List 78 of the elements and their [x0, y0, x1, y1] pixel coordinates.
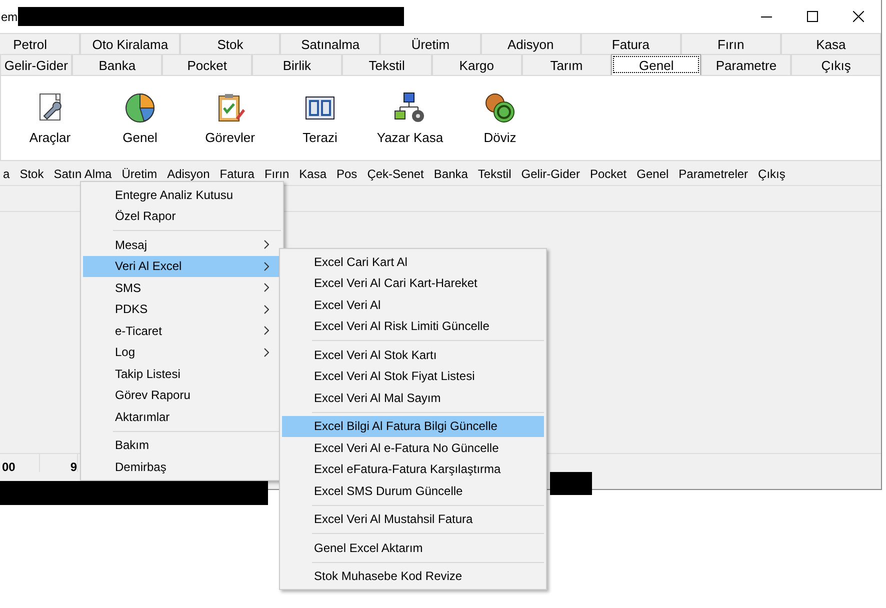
tab[interactable]: Stok [180, 33, 280, 54]
menu-item[interactable]: Excel Veri Al Risk Limiti Güncelle [282, 316, 544, 337]
menu-item[interactable]: Özel Rapor [83, 206, 281, 227]
redaction-bar [550, 472, 592, 495]
menu-bar-item[interactable]: Çıkış [753, 165, 790, 183]
menu-item[interactable]: Veri Al Excel [83, 256, 281, 277]
menu-item[interactable]: PDKS [83, 298, 281, 320]
menu-item[interactable]: Excel Veri Al e-Fatura No Güncelle [282, 437, 544, 458]
menu-bar-item[interactable]: Genel [632, 165, 674, 183]
tab[interactable]: Tarım [522, 54, 612, 75]
tab[interactable]: Petrol [0, 33, 80, 54]
menu-item[interactable]: Entegre Analiz Kutusu [83, 184, 281, 206]
menu-bar-item[interactable]: Parametreler [674, 165, 754, 183]
menu-bar-item[interactable]: Kasa [294, 165, 332, 183]
menu-bar-item[interactable]: Pos [332, 165, 362, 183]
tab[interactable]: Fırın [680, 33, 781, 54]
menu-item[interactable]: Mesaj [83, 234, 281, 256]
menu-bar-item[interactable]: Pocket [584, 165, 632, 183]
toolbar-button[interactable]: Döviz [455, 76, 545, 160]
menu-bar-item[interactable]: Çek-Senet [362, 165, 429, 183]
menu-item[interactable]: Aktarımlar [83, 406, 281, 428]
network-gear-icon [394, 92, 426, 124]
tab[interactable]: Çıkış [791, 54, 882, 75]
tab[interactable]: Tekstil [342, 54, 432, 75]
menu-bar-item[interactable]: Stok [14, 165, 49, 183]
tab[interactable]: Fatura [580, 33, 681, 54]
menu-bar-item[interactable]: Üretim [116, 165, 162, 183]
menu-item[interactable]: Genel Excel Aktarım [282, 537, 544, 558]
menu-item[interactable]: Excel Bilgi Al Fatura Bilgi Güncelle [282, 416, 544, 437]
menu-bar-item[interactable]: Adisyon [162, 165, 215, 183]
menu-item[interactable]: Excel Veri Al [282, 294, 544, 316]
menu-item[interactable]: Bakım [83, 434, 281, 456]
menu-bar-item[interactable]: Fatura [214, 165, 260, 183]
tab[interactable]: Banka [72, 54, 162, 75]
menu-item[interactable]: Takip Listesi [83, 363, 281, 384]
menu-bar-item[interactable]: a [0, 165, 15, 183]
menu-item[interactable]: Excel SMS Durum Güncelle [282, 480, 544, 502]
menu-item[interactable]: Stok Muhasebe Kod Revize [282, 566, 544, 587]
toolbar-button[interactable]: Araçlar [5, 76, 95, 160]
menu-bar-item[interactable]: Satın Alma [48, 165, 117, 183]
coins-icon [484, 92, 516, 124]
tab[interactable]: Satınalma [280, 33, 380, 54]
menu-item[interactable]: Log [83, 342, 281, 363]
menu-item[interactable]: Excel Veri Al Mustahsil Fatura [282, 508, 544, 530]
window-title: em [1, 8, 18, 26]
tab[interactable]: Birlik [252, 54, 342, 75]
toolbar-button[interactable]: Terazi [275, 76, 365, 160]
tab[interactable]: Adisyon [480, 33, 581, 54]
menu-item[interactable]: Excel Veri Al Stok Kartı [282, 344, 544, 366]
toolbar-button[interactable]: Yazar Kasa [365, 76, 455, 160]
tab[interactable]: Genel [611, 54, 702, 75]
menu-item[interactable]: Excel Veri Al Stok Fiyat Listesi [282, 366, 544, 387]
tab[interactable]: Pocket [162, 54, 252, 75]
menu-item[interactable]: Görev Raporu [83, 384, 281, 406]
toolbar-button[interactable]: Genel [95, 76, 185, 160]
tab[interactable]: Kargo [432, 54, 522, 75]
tab[interactable]: Üretim [380, 33, 481, 54]
status-cell: 00 [2, 454, 40, 472]
pie-chart-icon [124, 92, 156, 124]
status-cell: 9 [40, 454, 78, 472]
toolbar-button[interactable]: Görevler [185, 76, 275, 160]
menu-item[interactable]: SMS [83, 277, 281, 298]
menu-bar-item[interactable]: Gelir-Gider [516, 165, 585, 183]
tab[interactable]: Parametre [701, 54, 792, 75]
menu-bar-item[interactable]: Tekstil [472, 165, 516, 183]
tab[interactable]: Oto Kiralama [80, 33, 180, 54]
menu-item[interactable]: e-Ticaret [83, 320, 281, 342]
menu-item[interactable]: Excel Cari Kart Al [282, 251, 544, 272]
menu-item[interactable]: Excel Veri Al Mal Sayım [282, 387, 544, 408]
menu-item[interactable]: Excel eFatura-Fatura Karşılaştırma [282, 458, 544, 480]
menu-bar-item[interactable]: Fırın [259, 165, 294, 183]
tab[interactable]: Gelir-Gider [0, 54, 72, 75]
menu-bar-item[interactable]: Banka [428, 165, 473, 183]
close-icon [852, 11, 864, 22]
maximize-icon [806, 11, 818, 22]
menu-item[interactable]: Excel Veri Al Cari Kart-Hareket [282, 272, 544, 294]
tab[interactable]: Kasa [780, 33, 881, 54]
menu-item[interactable]: Demirbaş [83, 456, 281, 478]
